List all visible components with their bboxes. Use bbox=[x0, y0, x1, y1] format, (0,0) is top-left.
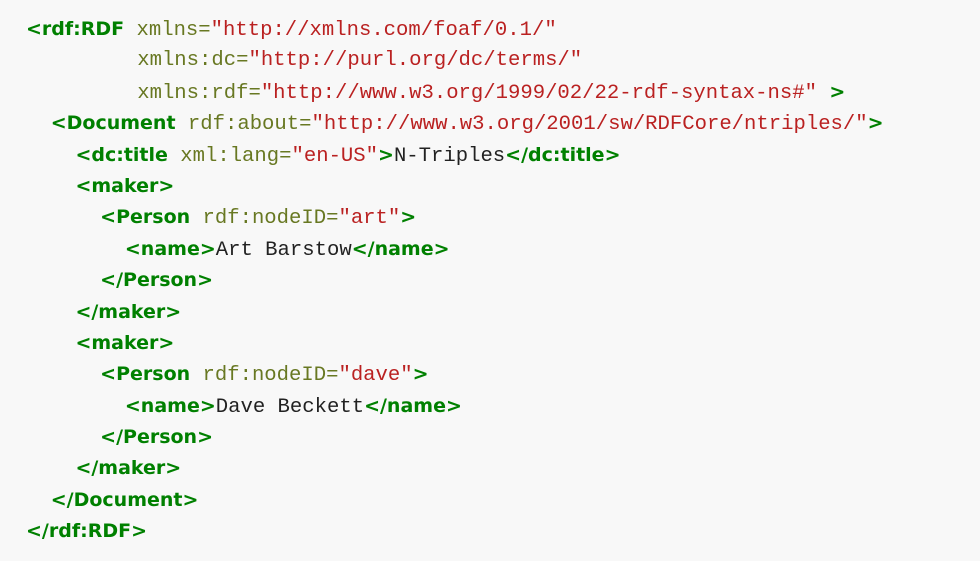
code-line: </maker> bbox=[26, 297, 980, 328]
xml-tag: > bbox=[829, 80, 846, 103]
code-line: </Person> bbox=[26, 422, 980, 453]
xml-tag: </Person> bbox=[100, 426, 214, 449]
xml-text bbox=[817, 82, 829, 105]
xml-attribute-value: "http://www.w3.org/2001/sw/RDFCore/ntrip… bbox=[311, 113, 868, 137]
xml-tag: <dc:title bbox=[75, 143, 168, 166]
xml-attribute-value: "http://xmlns.com/foaf/0.1/" bbox=[210, 19, 557, 42]
xml-attribute-value: "http://purl.org/dc/terms/" bbox=[248, 49, 583, 73]
xml-text: Dave Beckett bbox=[215, 395, 365, 419]
xml-tag: > bbox=[412, 363, 429, 386]
xml-tag: <maker> bbox=[75, 331, 175, 354]
xml-attribute-value: "art" bbox=[338, 207, 401, 231]
xml-attribute-name: rdf:about= bbox=[187, 113, 312, 137]
code-line: <name>Art Barstow</name> bbox=[26, 234, 980, 265]
code-line: <Person rdf:nodeID="art"> bbox=[26, 202, 980, 233]
xml-text: Art Barstow bbox=[215, 238, 352, 262]
xml-tag: <Document bbox=[50, 112, 176, 135]
xml-tag: </maker> bbox=[75, 457, 182, 480]
xml-tag: </name> bbox=[351, 237, 450, 260]
code-line: <rdf:RDF xmlns="http://xmlns.com/foaf/0.… bbox=[26, 14, 980, 45]
code-line: <Person rdf:nodeID="dave"> bbox=[26, 359, 980, 390]
xml-attribute-name: rdf:nodeID= bbox=[202, 207, 339, 231]
code-line: xmlns:dc="http://purl.org/dc/terms/" bbox=[26, 45, 980, 76]
xml-tag: </dc:title> bbox=[505, 143, 621, 166]
xml-tag: <name> bbox=[124, 394, 216, 417]
xml-tag: </Person> bbox=[100, 269, 214, 292]
code-line: xmlns:rdf="http://www.w3.org/1999/02/22-… bbox=[26, 77, 980, 108]
code-line: <Document rdf:about="http://www.w3.org/2… bbox=[26, 108, 980, 139]
code-line: </rdf:RDF> bbox=[26, 516, 980, 547]
code-block: <rdf:RDF xmlns="http://xmlns.com/foaf/0.… bbox=[0, 0, 980, 561]
xml-tag: </Document> bbox=[50, 488, 199, 511]
xml-text bbox=[176, 113, 188, 136]
code-line: <maker> bbox=[26, 171, 980, 202]
xml-tag: <rdf:RDF bbox=[26, 18, 125, 40]
xml-text bbox=[168, 145, 180, 168]
xml-tag: > bbox=[400, 206, 417, 229]
xml-attribute-name: xmlns= bbox=[136, 19, 211, 42]
xml-tag: <maker> bbox=[75, 174, 175, 197]
xml-text bbox=[190, 364, 202, 387]
xml-tag: <Person bbox=[100, 363, 191, 386]
xml-tag: <name> bbox=[124, 237, 216, 260]
code-line: <dc:title xml:lang="en-US">N-Triples</dc… bbox=[26, 140, 980, 171]
xml-tag: > bbox=[378, 143, 394, 166]
code-line: </Document> bbox=[26, 485, 980, 516]
xml-tag: </rdf:RDF> bbox=[26, 520, 147, 543]
xml-text bbox=[124, 19, 136, 42]
code-line: <maker> bbox=[26, 328, 980, 359]
xml-tag: </maker> bbox=[75, 300, 182, 323]
xml-text: N-Triples bbox=[393, 144, 506, 168]
code-line: </maker> bbox=[26, 453, 980, 484]
code-line: <name>Dave Beckett</name> bbox=[26, 391, 980, 422]
xml-tag: > bbox=[867, 112, 884, 135]
code-line: </Person> bbox=[26, 265, 980, 296]
xml-attribute-value: "dave" bbox=[338, 364, 413, 388]
xml-tag: </name> bbox=[364, 394, 462, 417]
xml-tag: <Person bbox=[100, 206, 191, 229]
xml-text bbox=[190, 207, 202, 230]
xml-attribute-value: "http://www.w3.org/1999/02/22-rdf-syntax… bbox=[260, 81, 817, 105]
xml-attribute-name: xml:lang= bbox=[180, 144, 292, 168]
xml-attribute-name: xmlns:rdf= bbox=[137, 81, 261, 105]
xml-attribute-name: xmlns:dc= bbox=[137, 49, 249, 73]
xml-attribute-name: rdf:nodeID= bbox=[202, 364, 339, 388]
xml-attribute-value: "en-US" bbox=[291, 144, 379, 168]
